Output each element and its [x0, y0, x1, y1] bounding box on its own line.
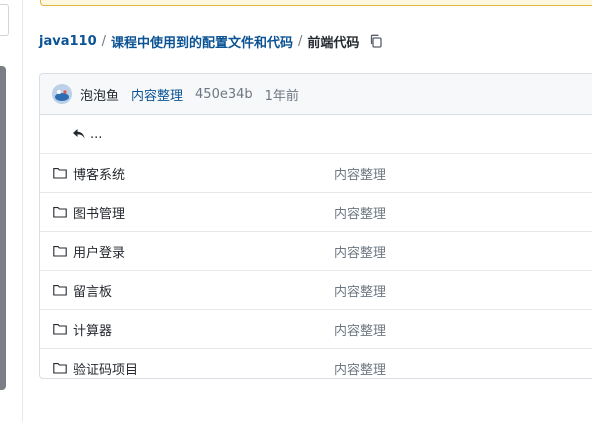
- latest-commit-bar: 泡泡鱼 内容整理 450e34b 1年前: [40, 74, 592, 115]
- breadcrumb: java110 / 课程中使用到的配置文件和代码 / 前端代码: [39, 31, 383, 51]
- notice-banner-edge: [40, 0, 592, 6]
- folder-name-link[interactable]: 图书管理: [73, 203, 125, 222]
- file-list: 泡泡鱼 内容整理 450e34b 1年前 ... 博客系统 内容整理 图书管理 …: [39, 73, 592, 379]
- copy-icon[interactable]: [369, 34, 383, 48]
- left-side-panel: [0, 0, 23, 422]
- folder-name-link[interactable]: 验证码项目: [73, 359, 138, 378]
- list-item[interactable]: 验证码项目 内容整理: [40, 349, 592, 387]
- breadcrumb-repo-link[interactable]: java110: [39, 34, 97, 49]
- breadcrumb-separator: /: [101, 33, 107, 49]
- folder-name-link[interactable]: 留言板: [73, 281, 112, 300]
- parent-directory-link[interactable]: ...: [90, 127, 102, 142]
- side-scrollbar[interactable]: [0, 66, 6, 390]
- folder-icon: [53, 206, 67, 218]
- folder-icon: [53, 245, 67, 257]
- list-item[interactable]: 图书管理 内容整理: [40, 193, 592, 232]
- folder-commit-message[interactable]: 内容整理: [334, 203, 386, 222]
- commit-hash[interactable]: 450e34b: [195, 87, 253, 102]
- folder-icon: [53, 362, 67, 374]
- list-item[interactable]: 博客系统 内容整理: [40, 154, 592, 193]
- list-item[interactable]: 留言板 内容整理: [40, 271, 592, 310]
- breadcrumb-folder-link[interactable]: 课程中使用到的配置文件和代码: [111, 32, 293, 51]
- folder-name-link[interactable]: 用户登录: [73, 242, 125, 261]
- folder-commit-message[interactable]: 内容整理: [334, 164, 386, 183]
- folder-commit-message[interactable]: 内容整理: [334, 242, 386, 261]
- list-item[interactable]: 用户登录 内容整理: [40, 232, 592, 271]
- folder-name-link[interactable]: 博客系统: [73, 164, 125, 183]
- list-item[interactable]: 计算器 内容整理: [40, 310, 592, 349]
- breadcrumb-separator: /: [298, 33, 303, 49]
- folder-icon: [53, 167, 67, 179]
- folder-commit-message[interactable]: 内容整理: [334, 359, 386, 378]
- reply-arrow-icon: [72, 128, 86, 140]
- folder-commit-message[interactable]: 内容整理: [334, 281, 386, 300]
- parent-directory-row[interactable]: ...: [40, 115, 592, 154]
- folder-icon: [53, 284, 67, 296]
- commit-time: 1年前: [264, 88, 299, 104]
- folder-icon: [53, 323, 67, 335]
- folder-name-link[interactable]: 计算器: [73, 320, 112, 339]
- avatar[interactable]: [52, 84, 72, 104]
- commit-message[interactable]: 内容整理: [131, 85, 183, 104]
- commit-author[interactable]: 泡泡鱼: [80, 85, 119, 104]
- breadcrumb-current: 前端代码: [307, 35, 360, 51]
- side-panel-box: [0, 4, 9, 36]
- folder-commit-message[interactable]: 内容整理: [334, 320, 386, 339]
